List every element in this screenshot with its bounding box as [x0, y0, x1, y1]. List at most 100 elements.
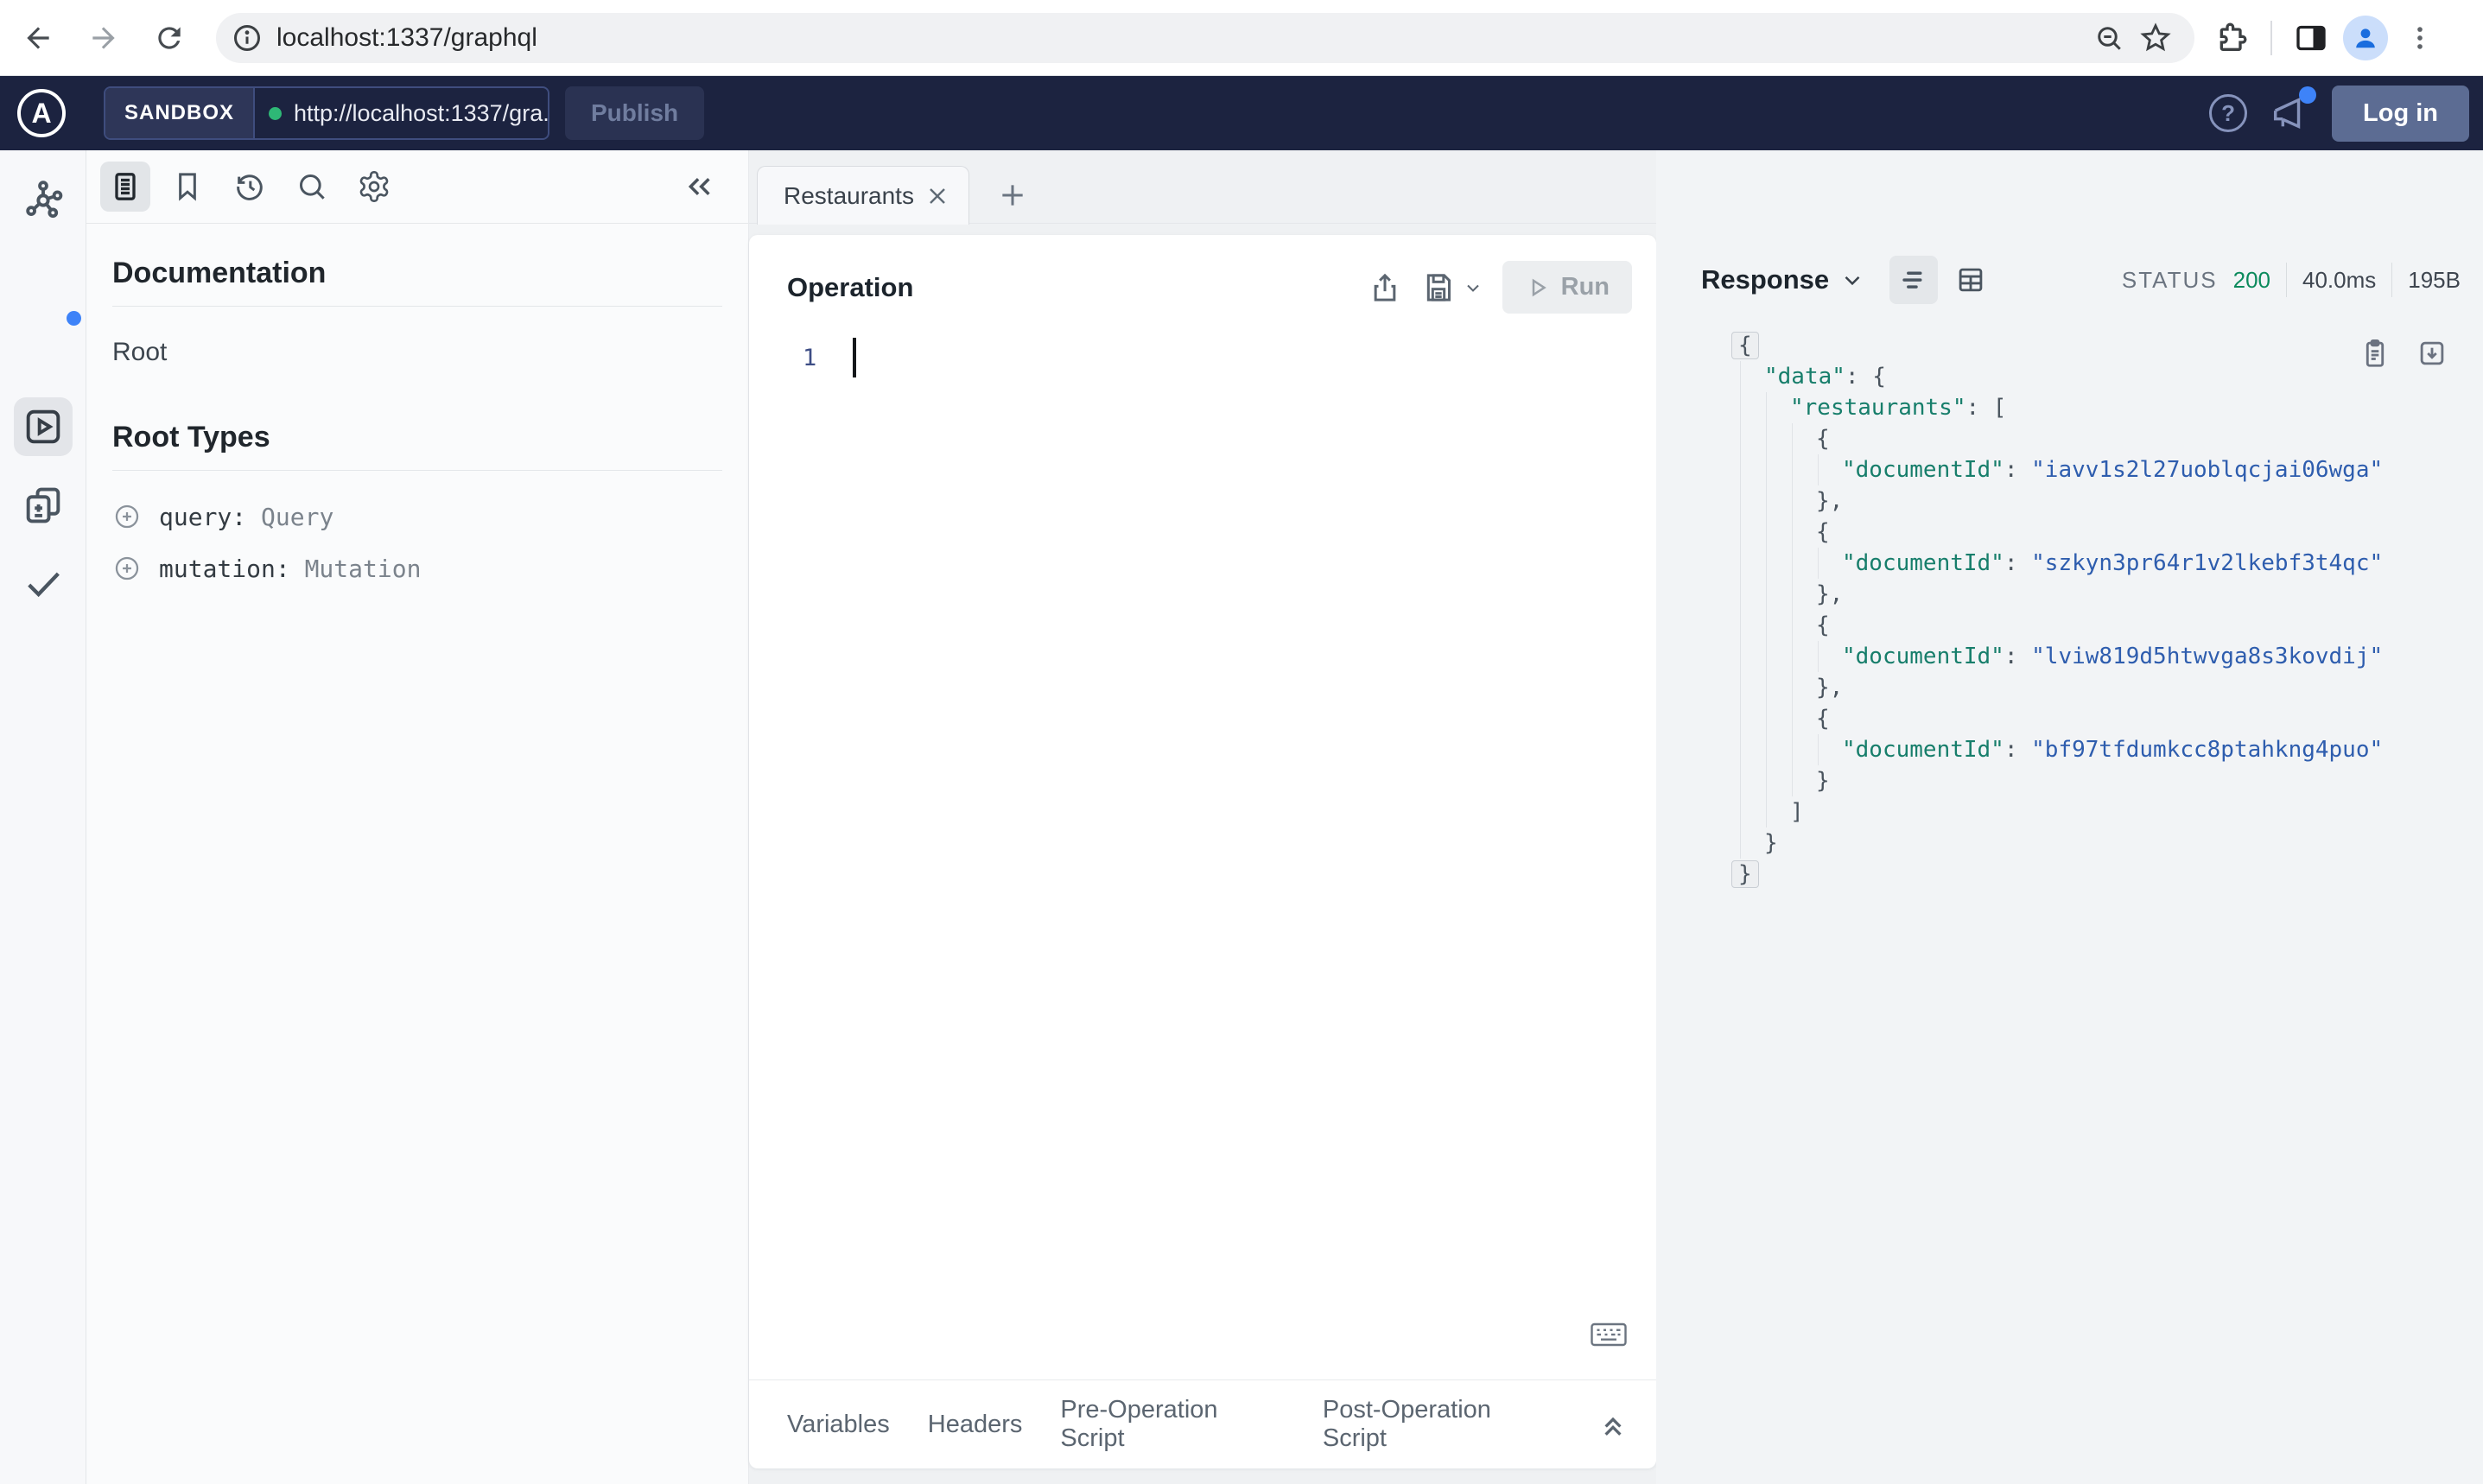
expand-type-icon[interactable] [112, 554, 142, 583]
settings-icon[interactable] [349, 162, 399, 212]
json-line: { [1724, 423, 2466, 454]
indent-guide [1792, 734, 1793, 765]
footer-tab-post-operation-script[interactable]: Post-Operation Script [1323, 1396, 1558, 1453]
checks-icon[interactable] [21, 561, 66, 606]
indent-guide [1740, 765, 1741, 796]
docs-root-link[interactable]: Root [112, 338, 722, 367]
docs-body: Documentation Root Root Types query: Que… [86, 257, 748, 583]
tab-label: Restaurants [784, 181, 914, 209]
root-types-list: query: Query mutation: Mutation [112, 502, 722, 583]
url-text[interactable]: localhost:1337/graphql [276, 23, 2086, 53]
share-operation-icon[interactable] [1368, 270, 1402, 305]
help-icon[interactable]: ? [2209, 94, 2248, 132]
indent-guide [1740, 485, 1741, 517]
response-header: Response STATUS 200 40.0ms 195B [1656, 256, 2483, 304]
indent-guide [1740, 796, 1741, 828]
history-icon[interactable] [225, 162, 275, 212]
documentation-tab-icon[interactable] [100, 162, 150, 212]
indent-guide [1766, 454, 1767, 485]
browser-forward-button[interactable] [76, 10, 131, 66]
json-line: { [1724, 703, 2466, 734]
line-number: 1 [803, 345, 817, 371]
extensions-icon[interactable] [2208, 15, 2255, 61]
browser-menu-icon[interactable] [2397, 15, 2443, 61]
saved-operations-icon[interactable] [162, 162, 213, 212]
operation-footer-tabs: Variables Headers Pre-Operation Script Post… [787, 1396, 1596, 1453]
indent-guide [1740, 517, 1741, 548]
add-tab-icon[interactable] [990, 173, 1035, 218]
run-play-icon [1532, 278, 1546, 296]
indent-guide [1740, 454, 1741, 485]
browser-chrome: localhost:1337/graphql [0, 0, 2483, 76]
bookmark-star-icon[interactable] [2132, 15, 2179, 61]
indent-guide [1818, 641, 1819, 672]
response-dropdown-icon[interactable] [1839, 267, 1865, 293]
browser-profile-avatar[interactable] [2343, 15, 2388, 60]
site-info-icon[interactable] [232, 22, 263, 54]
docs-title: Documentation [112, 257, 327, 289]
browser-reload-button[interactable] [142, 10, 197, 66]
collapse-footer-icon[interactable] [1596, 1407, 1630, 1442]
type-name: Query [261, 502, 334, 531]
indent-guide [1792, 423, 1793, 454]
side-panel-icon[interactable] [2288, 15, 2334, 61]
expand-type-icon[interactable] [112, 502, 142, 531]
indent-guide [1818, 454, 1819, 485]
run-button[interactable]: Run [1502, 261, 1632, 314]
endpoint-status-dot [269, 106, 283, 120]
json-line: } [1724, 859, 2466, 890]
save-operation-control[interactable] [1421, 270, 1483, 305]
apollo-logo: A [17, 89, 66, 137]
keyboard-shortcuts-icon[interactable] [1591, 1322, 1627, 1348]
json-line: }, [1724, 672, 2466, 703]
browser-back-button[interactable] [10, 10, 66, 66]
indent-guide [1740, 361, 1741, 392]
publish-button[interactable]: Publish [565, 86, 705, 140]
schema-icon[interactable] [21, 178, 66, 223]
fold-toggle[interactable]: { [1731, 332, 1759, 359]
indent-guide [1766, 423, 1767, 454]
indent-guide [1740, 610, 1741, 641]
search-icon[interactable] [287, 162, 337, 212]
response-time: 40.0ms [2302, 266, 2377, 293]
tab-restaurants[interactable]: Restaurants [757, 166, 969, 225]
indent-guide [1740, 641, 1741, 672]
notification-dot [2299, 86, 2317, 104]
indent-guide [1792, 765, 1793, 796]
indent-guide [1792, 485, 1793, 517]
endpoint-input[interactable]: http://localhost:1337/gra... [255, 98, 548, 129]
save-icon [1421, 270, 1456, 305]
login-button[interactable]: Log in [2332, 85, 2469, 142]
zoom-out-icon[interactable] [2086, 15, 2132, 61]
collapse-docs-icon[interactable] [681, 168, 717, 205]
docs-toolbar [86, 150, 748, 224]
json-view-icon[interactable] [1889, 256, 1939, 304]
changesets-icon[interactable] [21, 483, 66, 528]
indent-guide [1792, 517, 1793, 548]
type-name: Mutation [304, 554, 422, 583]
indent-guide [1792, 610, 1793, 641]
fold-toggle[interactable]: } [1731, 860, 1759, 888]
announcements-icon[interactable] [2270, 86, 2317, 133]
indent-guide [1766, 579, 1767, 610]
root-type-row[interactable]: mutation: Mutation [112, 554, 722, 583]
response-json[interactable]: {"data": {"restaurants": [{"documentId":… [1724, 330, 2466, 890]
address-bar[interactable]: localhost:1337/graphql [216, 12, 2194, 63]
documentation-panel: Documentation Root Root Types query: Que… [86, 150, 749, 1484]
footer-tab-variables[interactable]: Variables [787, 1411, 890, 1439]
explorer-icon[interactable] [21, 404, 66, 449]
json-line: }, [1724, 579, 2466, 610]
footer-tab-pre-operation-script[interactable]: Pre-Operation Script [1060, 1396, 1284, 1453]
status-label: STATUS [2121, 266, 2218, 293]
close-tab-icon[interactable] [924, 182, 951, 210]
table-view-icon[interactable] [1946, 256, 1995, 304]
response-panel: Response STATUS 200 40.0ms 195B {"data":… [1656, 150, 2483, 1484]
json-line: ] [1724, 796, 2466, 828]
indent-guide [1740, 392, 1741, 423]
footer-tab-headers[interactable]: Headers [928, 1411, 1023, 1439]
json-line: { [1724, 610, 2466, 641]
browser-toolbar-right [2208, 15, 2443, 61]
root-type-row[interactable]: query: Query [112, 502, 722, 531]
json-line: "documentId": "iavv1s2l27uoblqcjai06wga" [1724, 454, 2466, 485]
json-line: { [1724, 517, 2466, 548]
